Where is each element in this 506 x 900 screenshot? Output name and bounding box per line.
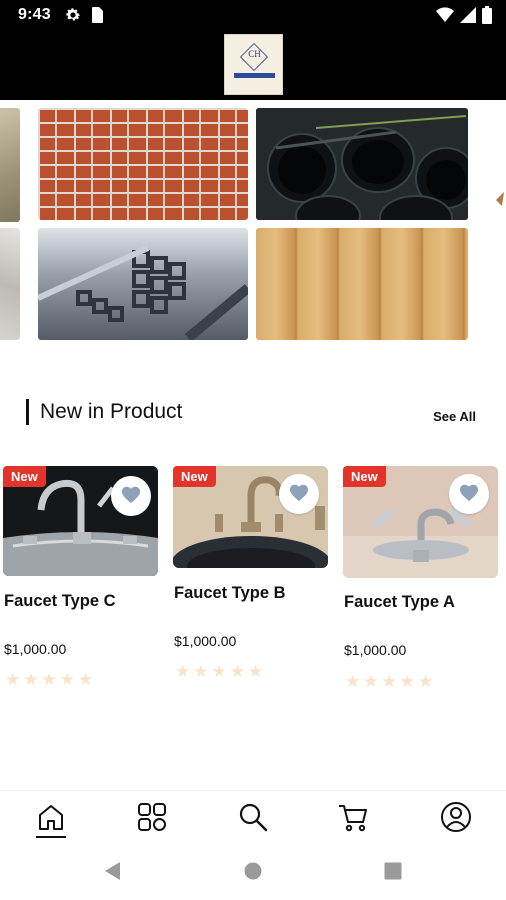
heart-icon [288,482,310,507]
app-header: CH [0,32,506,100]
rating-stars: ★ ★ ★ ★ ★ [345,673,433,690]
sand-image[interactable] [0,108,20,222]
nav-profile[interactable] [436,799,476,839]
status-time: 9:43 [18,6,51,23]
star-icon: ★ [59,670,75,689]
star-icon: ★ [248,662,264,681]
home-icon [35,801,67,838]
star-icon: ★ [41,670,57,689]
see-all-link[interactable]: See All [433,409,476,424]
nav-search[interactable] [233,799,273,839]
nav-home[interactable] [31,799,71,839]
rating-stars: ★ ★ ★ ★ ★ [5,671,93,688]
star-icon: ★ [211,662,227,681]
star-icon: ★ [399,672,415,691]
product-card[interactable]: New Faucet Type C $1,000.00 ★ ★ ★ ★ ★ [3,466,159,696]
profile-icon [440,801,472,838]
star-icon: ★ [5,670,21,689]
favorite-button[interactable] [449,474,489,514]
wood-planks-image[interactable] [256,228,468,340]
home-circle-icon[interactable] [244,862,262,885]
nav-cart[interactable] [333,799,373,839]
new-badge: New [343,466,386,487]
product-price: $1,000.00 [344,642,407,658]
product-name[interactable]: Faucet Type A [344,593,455,612]
new-badge: New [173,466,216,487]
active-tab-indicator [36,836,66,838]
banner-next-peek [494,170,506,230]
gravel-image[interactable] [0,228,20,340]
brick-wall-image[interactable] [38,108,248,220]
star-icon: ★ [193,662,209,681]
status-bar: 9:43 [0,0,506,32]
black-pipes-image[interactable] [256,108,468,220]
new-badge: New [3,466,46,487]
section-header: New in Product See All [0,396,506,432]
search-icon [237,801,269,838]
category-banner[interactable] [0,100,506,350]
favorite-button[interactable] [279,474,319,514]
brand-logo[interactable]: CH [224,34,283,95]
product-card[interactable]: New Faucet Type B $1,000.00 ★ ★ ★ ★ ★ [173,466,329,696]
product-price: $1,000.00 [4,641,67,657]
logo-initials: CH [248,49,261,59]
cart-icon [337,801,369,838]
system-navigation-bar [0,844,506,900]
bottom-navigation [0,790,506,844]
section-accent-bar [26,399,29,425]
product-name[interactable]: Faucet Type B [174,584,286,603]
product-card[interactable]: New Faucet Type A $1,000.00 ★ ★ ★ ★ ★ [343,466,499,696]
product-name[interactable]: Faucet Type C [4,592,116,611]
star-icon: ★ [381,672,397,691]
back-icon[interactable] [103,861,121,886]
cellular-signal-icon [460,7,476,28]
heart-icon [458,482,480,507]
star-icon: ★ [78,670,94,689]
star-icon: ★ [229,662,245,681]
nav-categories[interactable] [132,799,172,839]
star-icon: ★ [345,672,361,691]
rating-stars: ★ ★ ★ ★ ★ [175,663,263,680]
categories-icon [136,801,168,838]
star-icon: ★ [418,672,434,691]
product-price: $1,000.00 [174,633,237,649]
recents-icon[interactable] [384,862,402,885]
heart-icon [120,484,142,509]
battery-icon [482,6,492,29]
sim-card-icon [90,6,104,29]
gear-icon [64,6,82,29]
star-icon: ★ [23,670,39,689]
favorite-button[interactable] [111,476,151,516]
steel-tubes-image[interactable] [38,228,248,340]
star-icon: ★ [175,662,191,681]
wifi-icon [436,7,454,28]
star-icon: ★ [363,672,379,691]
section-title: New in Product [40,400,183,423]
